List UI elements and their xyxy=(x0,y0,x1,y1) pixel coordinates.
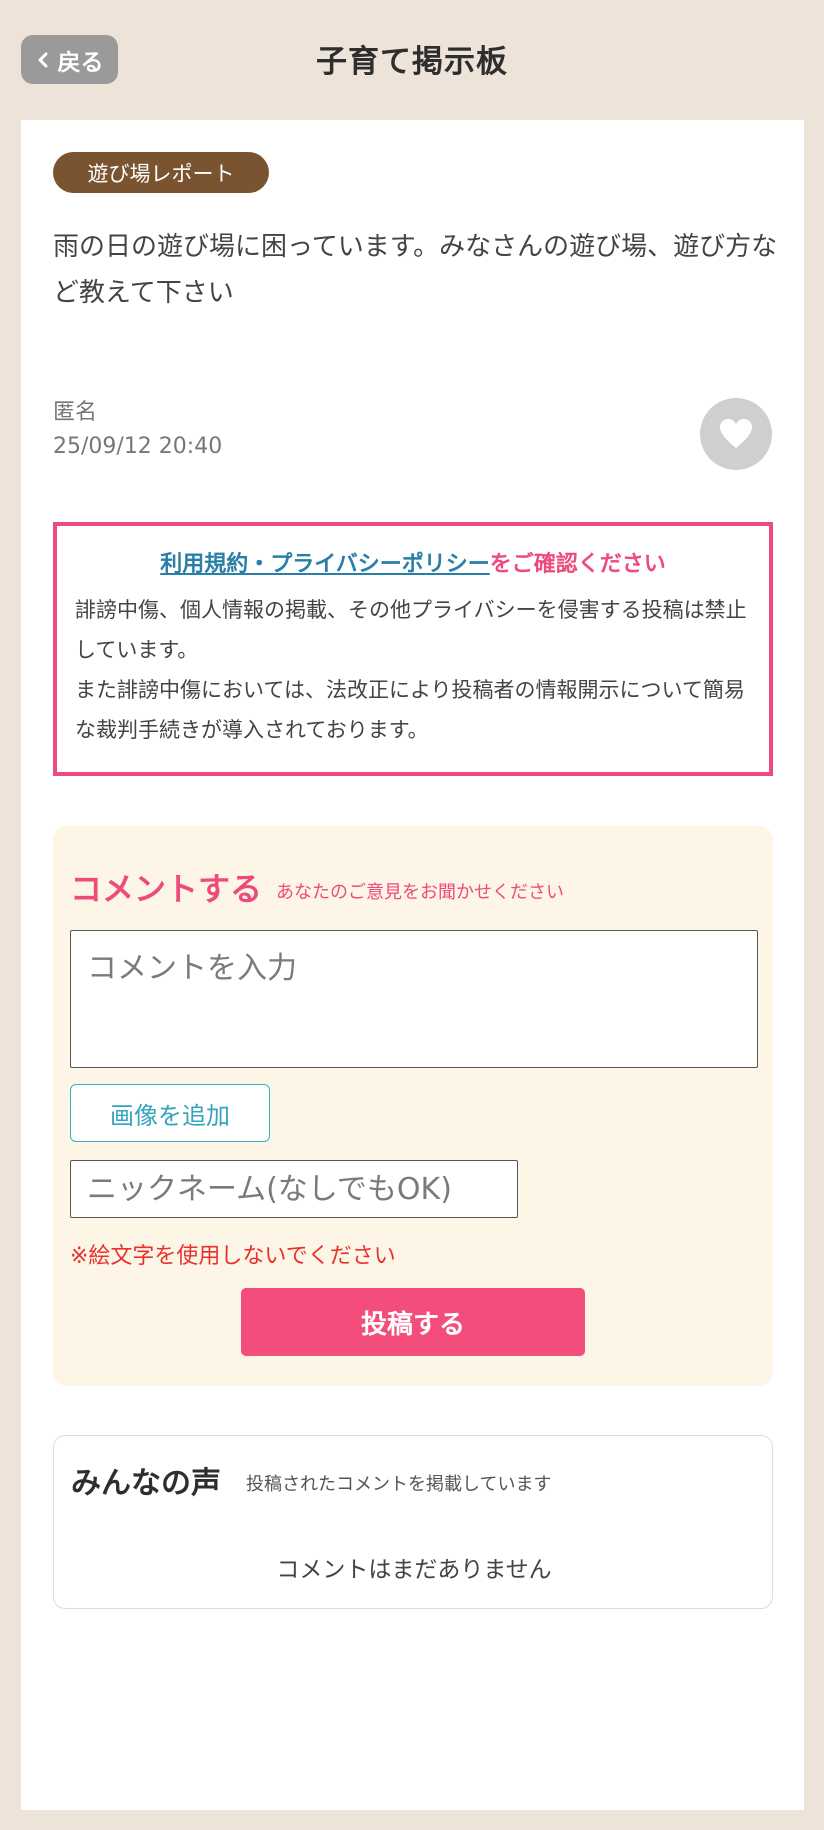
post-author: 匿名 xyxy=(53,400,98,425)
comment-form-subtitle: あなたのご意見をお聞かせください xyxy=(276,882,564,903)
nickname-input[interactable] xyxy=(70,1160,518,1218)
comments-empty-message: コメントはまだありません xyxy=(276,1557,552,1583)
notice-heading-suffix: をご確認ください xyxy=(489,552,666,577)
emoji-warning: ※絵文字を使用しないでください xyxy=(70,1244,396,1269)
comment-form-title: コメントする xyxy=(70,870,263,908)
comment-form: コメントする あなたのご意見をお聞かせください 画像を追加 ※絵文字を使用しない… xyxy=(53,826,773,1386)
comment-input[interactable] xyxy=(70,930,758,1068)
submit-button[interactable]: 投稿する xyxy=(241,1288,585,1356)
policy-notice: 利用規約・プライバシーポリシーをご確認ください 誹謗中傷、個人情報の掲載、その他… xyxy=(53,522,773,776)
category-tag[interactable]: 遊び場レポート xyxy=(53,152,269,193)
comments-title: みんなの声 xyxy=(71,1466,221,1501)
notice-heading: 利用規約・プライバシーポリシーをご確認ください xyxy=(75,546,751,578)
post-card: 遊び場レポート 雨の日の遊び場に困っています。みなさんの遊び場、遊び方など教えて… xyxy=(21,120,804,1810)
post-body: 雨の日の遊び場に困っています。みなさんの遊び場、遊び方など教えて下さい xyxy=(53,232,778,308)
page-title: 子育て掲示板 xyxy=(316,44,508,80)
like-button[interactable] xyxy=(700,398,772,470)
comments-subtitle: 投稿されたコメントを掲載しています xyxy=(246,1474,552,1495)
notice-text: 誹謗中傷、個人情報の掲載、その他プライバシーを侵害する投稿は禁止しています。 ま… xyxy=(75,598,747,742)
header: 戻る 子育て掲示板 xyxy=(0,0,824,120)
comments-section: みんなの声 投稿されたコメントを掲載しています コメントはまだありません xyxy=(53,1435,773,1609)
heart-icon xyxy=(720,419,752,448)
policy-link[interactable]: 利用規約・プライバシーポリシー xyxy=(160,552,490,577)
add-image-button[interactable]: 画像を追加 xyxy=(70,1084,270,1142)
post-date: 25/09/12 20:40 xyxy=(53,434,223,459)
